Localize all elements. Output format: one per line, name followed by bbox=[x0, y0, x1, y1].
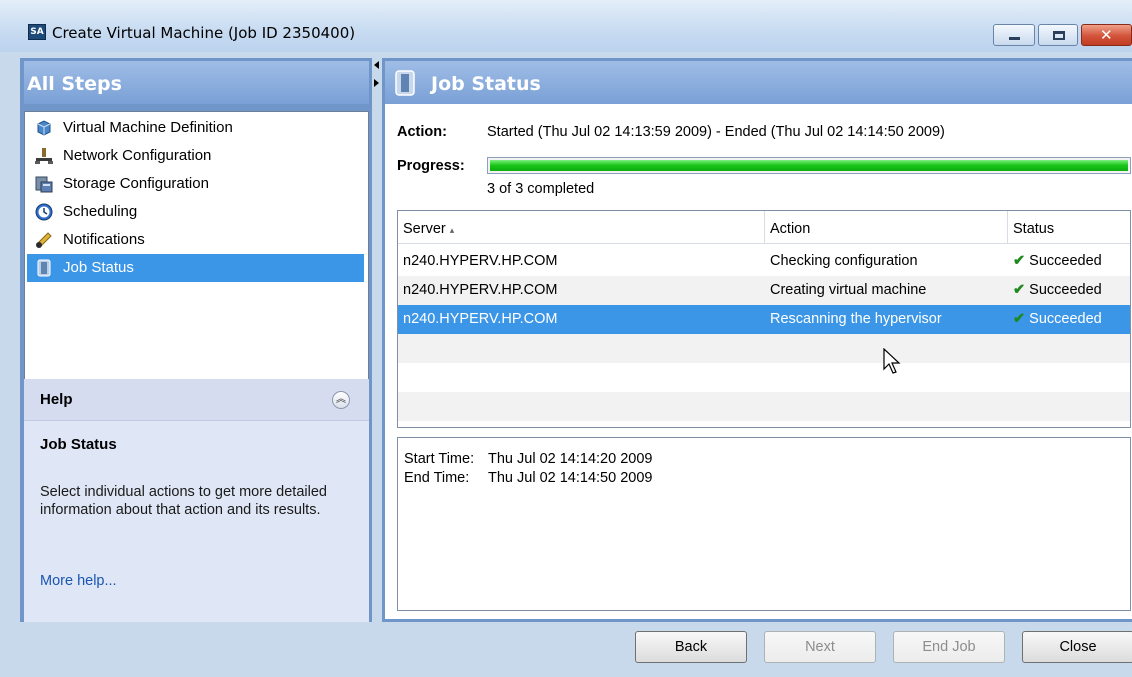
steps-list: Virtual Machine Definition Network Confi… bbox=[24, 111, 369, 410]
maximize-icon bbox=[1053, 31, 1065, 40]
notifications-icon bbox=[36, 232, 52, 248]
start-time-label: Start Time: bbox=[404, 451, 475, 467]
step-label: Job Status bbox=[63, 259, 134, 276]
help-subtitle: Job Status bbox=[40, 436, 117, 453]
step-label: Storage Configuration bbox=[63, 175, 209, 192]
minimize-icon bbox=[1009, 37, 1020, 40]
sort-icon: ▴ bbox=[449, 225, 455, 235]
more-help-link[interactable]: More help... bbox=[40, 573, 117, 589]
step-network-configuration[interactable]: Network Configuration bbox=[27, 142, 364, 170]
step-label: Network Configuration bbox=[63, 147, 212, 164]
clock-icon bbox=[35, 203, 53, 221]
page-title: Job Status bbox=[431, 73, 541, 95]
step-label: Scheduling bbox=[63, 203, 138, 220]
mouse-pointer-icon bbox=[883, 348, 901, 374]
progress-text: 3 of 3 completed bbox=[487, 181, 595, 197]
column-header-status[interactable]: Status bbox=[1008, 211, 1130, 244]
help-header: Help ︽ bbox=[24, 379, 369, 421]
job-status-icon bbox=[37, 259, 51, 277]
step-scheduling[interactable]: Scheduling bbox=[27, 198, 364, 226]
status-text: Succeeded bbox=[1029, 311, 1102, 327]
cell-server: n240.HYPERV.HP.COM bbox=[403, 282, 558, 298]
help-title: Help bbox=[40, 391, 73, 408]
step-job-status[interactable]: Job Status bbox=[27, 254, 364, 282]
start-time-value: Thu Jul 02 14:14:20 2009 bbox=[488, 451, 653, 467]
storage-icon bbox=[35, 176, 53, 193]
action-label: Action: bbox=[397, 124, 447, 140]
right-panel: Job Status Action: Started (Thu Jul 02 1… bbox=[382, 58, 1132, 622]
cell-action: Creating virtual machine bbox=[770, 282, 927, 298]
table-row[interactable]: n240.HYPERV.HP.COM Checking configuratio… bbox=[398, 247, 1130, 276]
cell-status: ✔ Succeeded bbox=[1008, 247, 1102, 276]
step-notifications[interactable]: Notifications bbox=[27, 226, 364, 254]
column-label: Action bbox=[770, 221, 811, 237]
cell-action: Checking configuration bbox=[770, 253, 918, 269]
job-status-icon bbox=[395, 70, 415, 96]
collapse-help-button[interactable]: ︽ bbox=[332, 391, 350, 409]
progress-bar bbox=[487, 157, 1131, 174]
help-body: Select individual actions to get more de… bbox=[40, 484, 327, 518]
end-job-button[interactable]: End Job bbox=[893, 631, 1005, 663]
dialog-window: SA Create Virtual Machine (Job ID 235040… bbox=[0, 0, 1132, 677]
table-row[interactable]: n240.HYPERV.HP.COM Creating virtual mach… bbox=[398, 276, 1130, 305]
checkmark-icon: ✔ bbox=[1013, 311, 1026, 327]
column-label: Server bbox=[403, 221, 446, 237]
double-chevron-up-icon: ︽ bbox=[336, 394, 346, 405]
table-row-empty bbox=[398, 392, 1130, 421]
column-header-server[interactable]: Server ▴ bbox=[398, 211, 765, 244]
table-row-empty bbox=[398, 363, 1130, 392]
progress-fill bbox=[490, 160, 1128, 171]
column-header-action[interactable]: Action bbox=[765, 211, 1008, 244]
title-bar: SA Create Virtual Machine (Job ID 235040… bbox=[0, 0, 1132, 52]
cell-status: ✔ Succeeded bbox=[1008, 305, 1102, 334]
network-icon bbox=[35, 148, 53, 164]
step-storage-configuration[interactable]: Storage Configuration bbox=[27, 170, 364, 198]
expand-right-icon[interactable] bbox=[374, 79, 379, 87]
window-close-button[interactable]: ✕ bbox=[1081, 24, 1132, 46]
window-title: Create Virtual Machine (Job ID 2350400) bbox=[52, 24, 356, 42]
cell-action: Rescanning the hypervisor bbox=[770, 311, 942, 327]
all-steps-header: All Steps bbox=[24, 61, 369, 104]
table-row-empty bbox=[398, 334, 1130, 363]
table-header: Server ▴ Action Status bbox=[398, 211, 1130, 244]
app-icon: SA bbox=[28, 24, 46, 40]
checkmark-icon: ✔ bbox=[1013, 253, 1026, 269]
end-time-line: End Time: Thu Jul 02 14:14:50 2009 bbox=[404, 470, 652, 486]
job-status-content: Job Status Action: Started (Thu Jul 02 1… bbox=[385, 61, 1132, 619]
progress-label: Progress: bbox=[397, 158, 465, 174]
virtual-machine-icon bbox=[37, 120, 51, 136]
cell-status: ✔ Succeeded bbox=[1008, 276, 1102, 305]
step-label: Notifications bbox=[63, 231, 145, 248]
job-status-header: Job Status bbox=[385, 61, 1132, 104]
close-icon: ✕ bbox=[1100, 26, 1113, 44]
step-virtual-machine-definition[interactable]: Virtual Machine Definition bbox=[27, 114, 364, 142]
status-text: Succeeded bbox=[1029, 253, 1102, 269]
help-panel: Help ︽ Job Status Select individual acti… bbox=[24, 379, 369, 622]
table-row[interactable]: n240.HYPERV.HP.COM Rescanning the hyperv… bbox=[398, 305, 1130, 334]
column-label: Status bbox=[1013, 221, 1055, 237]
maximize-button[interactable] bbox=[1038, 24, 1078, 46]
end-time-value: Thu Jul 02 14:14:50 2009 bbox=[488, 470, 653, 486]
next-button[interactable]: Next bbox=[764, 631, 876, 663]
left-panel: All Steps Virtual Machine Definition Net… bbox=[20, 58, 372, 622]
cell-server: n240.HYPERV.HP.COM bbox=[403, 253, 558, 269]
details-pane: Start Time: Thu Jul 02 14:14:20 2009 End … bbox=[397, 437, 1131, 611]
actions-table: Server ▴ Action Status n240.HYPERV.HP.COM… bbox=[397, 210, 1131, 428]
back-button[interactable]: Back bbox=[635, 631, 747, 663]
collapse-left-icon[interactable] bbox=[374, 61, 379, 69]
status-text: Succeeded bbox=[1029, 282, 1102, 298]
end-time-label: End Time: bbox=[404, 470, 470, 486]
checkmark-icon: ✔ bbox=[1013, 282, 1026, 298]
step-label: Virtual Machine Definition bbox=[63, 119, 233, 136]
cell-server: n240.HYPERV.HP.COM bbox=[403, 311, 558, 327]
close-button[interactable]: Close bbox=[1022, 631, 1132, 663]
panel-splitter[interactable] bbox=[372, 58, 382, 622]
action-value: Started (Thu Jul 02 14:13:59 2009) - End… bbox=[487, 124, 945, 140]
start-time-line: Start Time: Thu Jul 02 14:14:20 2009 bbox=[404, 451, 652, 467]
button-bar: Back Next End Job Close bbox=[0, 622, 1132, 677]
minimize-button[interactable] bbox=[993, 24, 1035, 46]
